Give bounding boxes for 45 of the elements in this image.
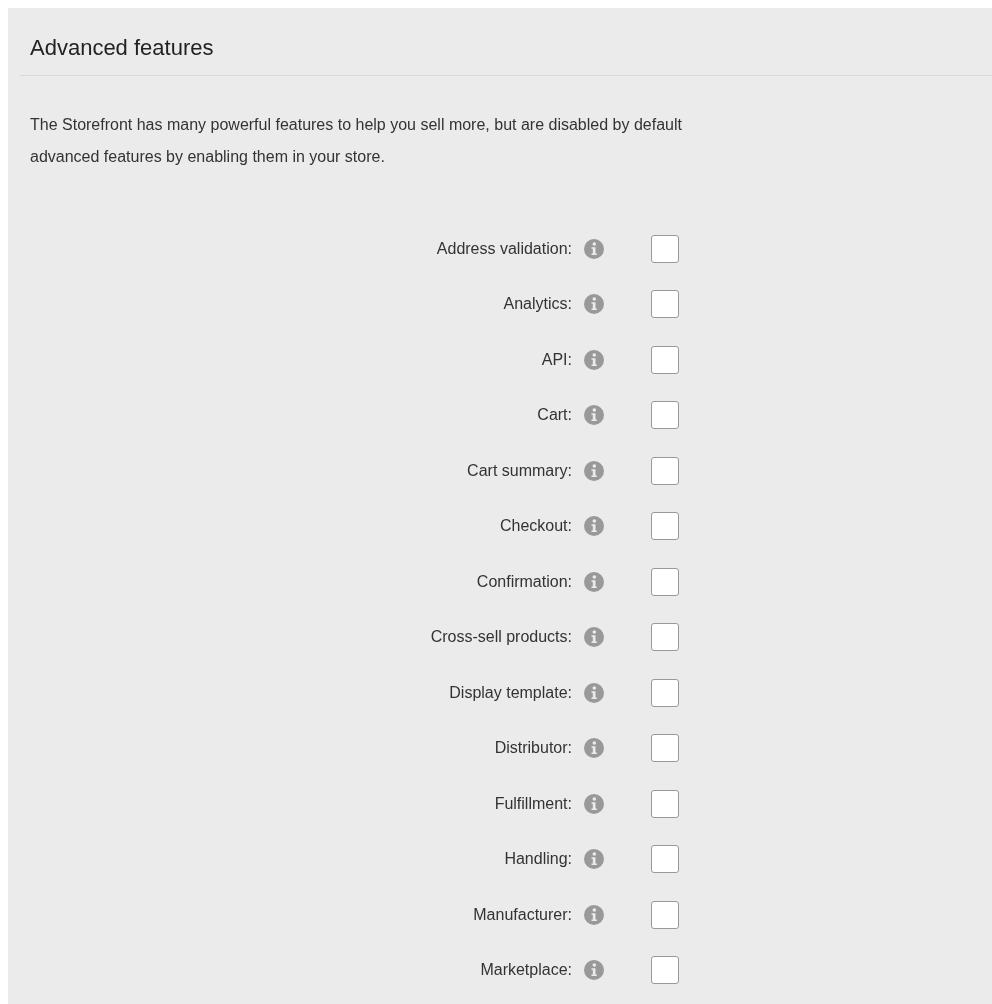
info-icon[interactable] — [584, 294, 604, 315]
feature-label: Address validation: — [435, 239, 572, 258]
info-icon[interactable] — [584, 682, 604, 703]
feature-checkbox[interactable] — [651, 401, 679, 430]
info-icon[interactable] — [584, 238, 604, 259]
info-icon[interactable] — [584, 405, 604, 426]
feature-label: Display template: — [448, 683, 572, 702]
feature-label: Fulfillment: — [493, 794, 572, 813]
feature-label: Marketplace: — [479, 961, 572, 980]
feature-label: API: — [540, 350, 572, 369]
intro-text: The Storefront has many powerful features to help you sell more, but are disabled by default — [30, 115, 683, 135]
feature-label: Cart: — [536, 406, 572, 425]
feature-label: Checkout: — [498, 517, 572, 536]
feature-checkbox[interactable] — [651, 956, 679, 985]
feature-label: Manufacturer: — [472, 905, 572, 924]
feature-label: Cross-sell products: — [429, 628, 572, 647]
section-heading: Advanced features — [30, 34, 215, 62]
info-icon[interactable] — [584, 849, 604, 870]
feature-checkbox[interactable] — [651, 456, 679, 485]
feature-checkbox[interactable] — [651, 512, 679, 541]
feature-checkbox[interactable] — [651, 900, 679, 929]
feature-checkbox[interactable] — [651, 290, 679, 319]
feature-label: Distributor: — [493, 739, 572, 758]
feature-checkbox[interactable] — [651, 623, 679, 652]
info-icon[interactable] — [584, 793, 604, 814]
info-icon[interactable] — [584, 627, 604, 648]
feature-checkbox[interactable] — [651, 845, 679, 874]
feature-checkbox[interactable] — [651, 234, 679, 263]
feature-checkbox[interactable] — [651, 678, 679, 707]
info-icon[interactable] — [584, 960, 604, 981]
feature-checkbox[interactable] — [651, 734, 679, 763]
intro-text: advanced features by enabling them in your store. — [30, 147, 386, 167]
feature-checkbox[interactable] — [651, 789, 679, 818]
info-icon[interactable] — [584, 738, 604, 759]
info-icon[interactable] — [584, 516, 604, 537]
info-icon[interactable] — [584, 460, 604, 481]
info-icon[interactable] — [584, 571, 604, 592]
feature-label: Cart summary: — [466, 461, 572, 480]
feature-label: Confirmation: — [475, 572, 572, 591]
feature-checkbox[interactable] — [651, 567, 679, 596]
info-icon[interactable] — [584, 349, 604, 370]
feature-label: Handling: — [503, 850, 572, 869]
feature-checkbox[interactable] — [651, 345, 679, 374]
info-icon[interactable] — [584, 904, 604, 925]
feature-label: Analytics: — [502, 295, 572, 314]
